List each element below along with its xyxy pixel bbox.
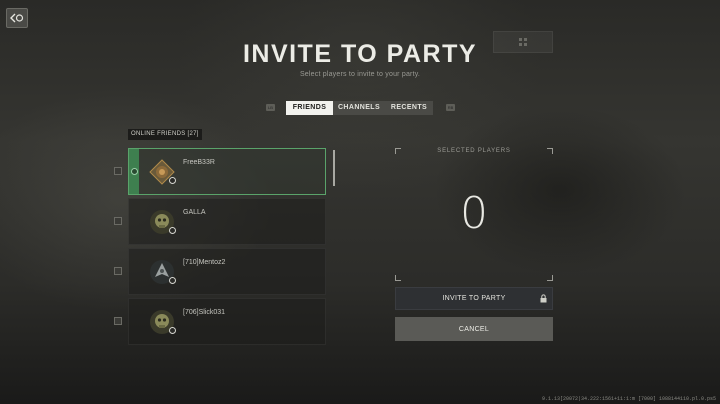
corner-bracket [395,275,401,281]
friend-row[interactable]: GALLA [128,198,326,245]
friend-name: FreeB33R [183,159,215,166]
invite-button-label: INVITE TO PARTY [442,295,506,302]
cancel-button-label: CANCEL [458,325,490,333]
friend-name: [710]Mentoz2 [183,259,226,266]
friend-row[interactable]: FreeB33R [128,148,326,195]
status-indicator [169,327,176,334]
page-title: INVITE TO PARTY [242,40,478,68]
lock-icon [540,294,547,303]
friend-checkbox[interactable] [114,217,122,225]
version-string: 9.1.13[20072|34.222:1561+11:1:m [7000] 1… [541,396,716,402]
invite-to-party-button[interactable]: INVITE TO PARTY [395,287,553,310]
online-friends-label: ONLINE FRIENDS [27] [128,129,202,140]
selected-players-label: SELECTED PLAYERS [437,148,511,154]
corner-bracket [547,275,553,281]
tab-next-hint: RB [446,104,455,111]
tab-recents[interactable]: RECENTS [385,101,433,115]
back-arrow-icon [10,13,24,23]
tab-friends[interactable]: FRIENDS [286,101,333,115]
friend-checkbox[interactable] [114,317,122,325]
back-button[interactable] [6,8,28,28]
friend-checkbox[interactable] [114,167,122,175]
friend-checkbox[interactable] [114,267,122,275]
status-indicator [169,277,176,284]
selected-players-count: 0 [460,188,488,239]
status-indicator [169,177,176,184]
tab-bar: FRIENDS CHANNELS RECENTS [286,101,433,115]
status-indicator [169,227,176,234]
selected-indicator [131,168,138,175]
tab-channels[interactable]: CHANNELS [333,101,385,115]
page-subtitle: Select players to invite to your party. [299,71,421,78]
selected-players-panel: SELECTED PLAYERS 0 [395,148,553,281]
friends-scrollbar[interactable] [333,150,335,186]
friend-row[interactable]: [710]Mentoz2 [128,248,326,295]
cancel-button[interactable]: CANCEL [395,317,553,341]
friend-row[interactable]: [706]Slick031 [128,298,326,345]
friend-name: GALLA [183,209,206,216]
tab-prev-hint: LB [266,104,275,111]
friend-name: [706]Slick031 [183,309,226,316]
